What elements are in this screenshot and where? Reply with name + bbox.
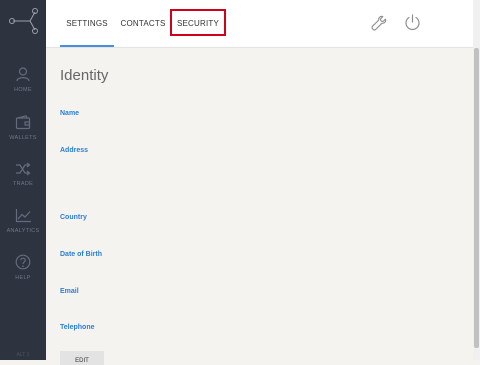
wrench-icon[interactable] xyxy=(371,15,387,31)
sidebar-item-label: HOME xyxy=(14,87,32,93)
date-of-birth-label: Date of Birth xyxy=(60,251,102,258)
tab-contacts[interactable]: CONTACTS xyxy=(118,0,168,47)
wallet-icon xyxy=(15,115,31,130)
power-icon[interactable] xyxy=(404,14,421,31)
email-label: Email xyxy=(60,288,79,295)
scrollbar-thumb[interactable] xyxy=(474,48,479,348)
tab-settings[interactable]: SETTINGS xyxy=(60,0,114,47)
country-label: Country xyxy=(60,214,87,221)
tab-label: CONTACTS xyxy=(120,19,166,28)
sidebar-item-trade[interactable]: TRADE xyxy=(0,162,46,187)
sidebar-item-wallets[interactable]: WALLETS xyxy=(0,115,46,141)
sidebar-item-home[interactable]: HOME xyxy=(0,66,46,93)
page-title: Identity xyxy=(60,67,109,84)
share-logo-icon xyxy=(9,8,38,34)
help-icon xyxy=(15,254,31,270)
sidebar-item-label: ANALYTICS xyxy=(6,228,40,234)
top-navigation: SETTINGS CONTACTS SECURITY xyxy=(46,0,473,48)
address-label: Address xyxy=(60,147,89,154)
name-label: Name xyxy=(60,110,80,117)
scrollbar[interactable] xyxy=(473,0,480,360)
sidebar-footer: ALT 1 xyxy=(16,352,30,358)
active-tab-indicator xyxy=(60,45,114,47)
chart-icon xyxy=(15,209,31,223)
sidebar-item-help[interactable]: HELP xyxy=(0,254,46,281)
sidebar-item-label: HELP xyxy=(15,275,31,281)
user-icon xyxy=(16,67,30,82)
shuffle-icon xyxy=(16,162,31,176)
sidebar-item-label: TRADE xyxy=(12,181,34,187)
sidebar-item-label: WALLETS xyxy=(9,135,37,141)
security-tab-highlight xyxy=(170,9,226,36)
tab-label: SETTINGS xyxy=(66,19,108,28)
edit-button[interactable]: EDIT xyxy=(60,351,104,365)
telephone-label: Telephone xyxy=(60,324,95,331)
sidebar: HOME WALLETS TRADE ANALYTICS HELP ALT 1 xyxy=(0,0,46,360)
sidebar-item-analytics[interactable]: ANALYTICS xyxy=(0,208,46,234)
